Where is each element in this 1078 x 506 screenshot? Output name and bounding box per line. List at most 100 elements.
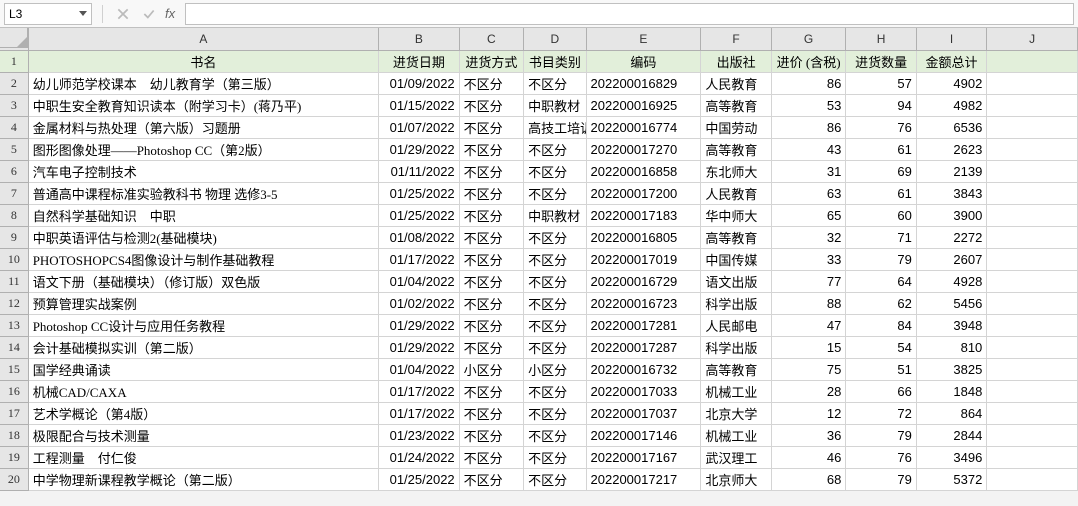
cell[interactable]: 01/15/2022 bbox=[379, 94, 460, 116]
row-header[interactable]: 17 bbox=[0, 402, 28, 424]
col-header[interactable]: G bbox=[771, 28, 846, 50]
cell[interactable]: 63 bbox=[771, 182, 846, 204]
cell[interactable]: 01/07/2022 bbox=[379, 116, 460, 138]
cell[interactable]: 中职教材 bbox=[524, 94, 586, 116]
cell[interactable]: 01/11/2022 bbox=[379, 160, 460, 182]
cell[interactable]: 不区分 bbox=[524, 314, 586, 336]
cell[interactable]: 中国劳动 bbox=[701, 116, 771, 138]
spreadsheet-grid[interactable]: A B C D E F G H I J 1书名进货日期进货方式书目类别编码出版社… bbox=[0, 28, 1078, 491]
cell[interactable]: 不区分 bbox=[524, 226, 586, 248]
col-header[interactable]: D bbox=[524, 28, 586, 50]
cell[interactable]: 不区分 bbox=[459, 424, 523, 446]
cell[interactable]: 84 bbox=[846, 314, 916, 336]
cell[interactable]: 金属材料与热处理（第六版）习题册 bbox=[28, 116, 378, 138]
cell[interactable]: 51 bbox=[846, 358, 916, 380]
cell[interactable]: 202200017033 bbox=[586, 380, 701, 402]
col-header[interactable]: H bbox=[846, 28, 916, 50]
cell[interactable]: 华中师大 bbox=[701, 204, 771, 226]
col-header[interactable]: J bbox=[987, 28, 1078, 50]
cell[interactable] bbox=[987, 72, 1078, 94]
cell[interactable]: 预算管理实战案例 bbox=[28, 292, 378, 314]
formula-bar[interactable] bbox=[185, 3, 1074, 25]
cell[interactable]: 202200017270 bbox=[586, 138, 701, 160]
name-box[interactable]: L3 bbox=[4, 3, 92, 25]
cell[interactable]: 65 bbox=[771, 204, 846, 226]
cell[interactable]: 不区分 bbox=[459, 380, 523, 402]
cell[interactable]: 不区分 bbox=[459, 468, 523, 490]
cell[interactable]: 31 bbox=[771, 160, 846, 182]
cell[interactable]: 不区分 bbox=[459, 138, 523, 160]
cell[interactable] bbox=[987, 468, 1078, 490]
cell[interactable]: 汽车电子控制技术 bbox=[28, 160, 378, 182]
cell[interactable]: 88 bbox=[771, 292, 846, 314]
cell[interactable]: 6536 bbox=[916, 116, 986, 138]
cell[interactable]: 36 bbox=[771, 424, 846, 446]
cell[interactable]: 高等教育 bbox=[701, 358, 771, 380]
cell[interactable]: 中学物理新课程教学概论（第二版） bbox=[28, 468, 378, 490]
cell[interactable]: 工程测量 付仁俊 bbox=[28, 446, 378, 468]
cell[interactable]: 普通高中课程标准实验教科书 物理 选修3-5 bbox=[28, 182, 378, 204]
cell[interactable]: 不区分 bbox=[459, 292, 523, 314]
cell[interactable] bbox=[987, 380, 1078, 402]
cell[interactable] bbox=[987, 182, 1078, 204]
cell[interactable]: 中职英语评估与检测2(基础模块) bbox=[28, 226, 378, 248]
cell[interactable]: 01/25/2022 bbox=[379, 468, 460, 490]
col-header[interactable]: E bbox=[586, 28, 701, 50]
cell[interactable]: 810 bbox=[916, 336, 986, 358]
cell[interactable]: 60 bbox=[846, 204, 916, 226]
cell[interactable]: 编码 bbox=[586, 50, 701, 72]
cell[interactable]: 202200016829 bbox=[586, 72, 701, 94]
cell[interactable]: 不区分 bbox=[459, 160, 523, 182]
select-all-corner[interactable] bbox=[0, 28, 28, 48]
cell[interactable]: 68 bbox=[771, 468, 846, 490]
cell[interactable]: 33 bbox=[771, 248, 846, 270]
col-header[interactable]: B bbox=[379, 28, 460, 50]
cell[interactable]: 202200016774 bbox=[586, 116, 701, 138]
cell[interactable] bbox=[987, 248, 1078, 270]
cell[interactable]: 202200017167 bbox=[586, 446, 701, 468]
cell[interactable]: 不区分 bbox=[524, 248, 586, 270]
cell[interactable]: 53 bbox=[771, 94, 846, 116]
row-header[interactable]: 14 bbox=[0, 336, 28, 358]
cell[interactable]: 不区分 bbox=[524, 380, 586, 402]
cell[interactable]: 自然科学基础知识 中职 bbox=[28, 204, 378, 226]
row-header[interactable]: 2 bbox=[0, 72, 28, 94]
cell[interactable]: 3843 bbox=[916, 182, 986, 204]
cell[interactable]: 75 bbox=[771, 358, 846, 380]
cell[interactable] bbox=[987, 336, 1078, 358]
cell[interactable]: 94 bbox=[846, 94, 916, 116]
cell[interactable]: 武汉理工 bbox=[701, 446, 771, 468]
row-header[interactable]: 18 bbox=[0, 424, 28, 446]
row-header[interactable]: 8 bbox=[0, 204, 28, 226]
cell[interactable]: 4928 bbox=[916, 270, 986, 292]
cell[interactable]: 01/02/2022 bbox=[379, 292, 460, 314]
cell[interactable]: 3496 bbox=[916, 446, 986, 468]
cell[interactable]: 不区分 bbox=[524, 182, 586, 204]
cell[interactable]: 幼儿师范学校课本 幼儿教育学（第三版） bbox=[28, 72, 378, 94]
cell[interactable]: 01/04/2022 bbox=[379, 270, 460, 292]
cell[interactable]: 01/25/2022 bbox=[379, 204, 460, 226]
cell[interactable]: 高等教育 bbox=[701, 226, 771, 248]
cell[interactable]: 864 bbox=[916, 402, 986, 424]
cell[interactable]: 不区分 bbox=[459, 182, 523, 204]
cell[interactable]: 中职生安全教育知识读本（附学习卡）(蒋乃平) bbox=[28, 94, 378, 116]
cell[interactable]: 1848 bbox=[916, 380, 986, 402]
cell[interactable]: 图形图像处理——Photoshop CC（第2版） bbox=[28, 138, 378, 160]
cell[interactable]: 202200017281 bbox=[586, 314, 701, 336]
cell[interactable]: 202200017183 bbox=[586, 204, 701, 226]
cell[interactable]: 不区分 bbox=[524, 424, 586, 446]
cell[interactable]: 01/04/2022 bbox=[379, 358, 460, 380]
cell[interactable]: 不区分 bbox=[459, 204, 523, 226]
cell[interactable]: 人民教育 bbox=[701, 182, 771, 204]
cell[interactable]: 2607 bbox=[916, 248, 986, 270]
cell[interactable]: 76 bbox=[846, 446, 916, 468]
cell[interactable]: 小区分 bbox=[524, 358, 586, 380]
cell[interactable]: 不区分 bbox=[524, 160, 586, 182]
cell[interactable]: 202200016858 bbox=[586, 160, 701, 182]
cell[interactable]: 不区分 bbox=[524, 446, 586, 468]
cell[interactable]: 不区分 bbox=[459, 270, 523, 292]
cell[interactable]: 28 bbox=[771, 380, 846, 402]
cell[interactable]: 3900 bbox=[916, 204, 986, 226]
cell[interactable]: 46 bbox=[771, 446, 846, 468]
cell[interactable]: 高技工培训 bbox=[524, 116, 586, 138]
